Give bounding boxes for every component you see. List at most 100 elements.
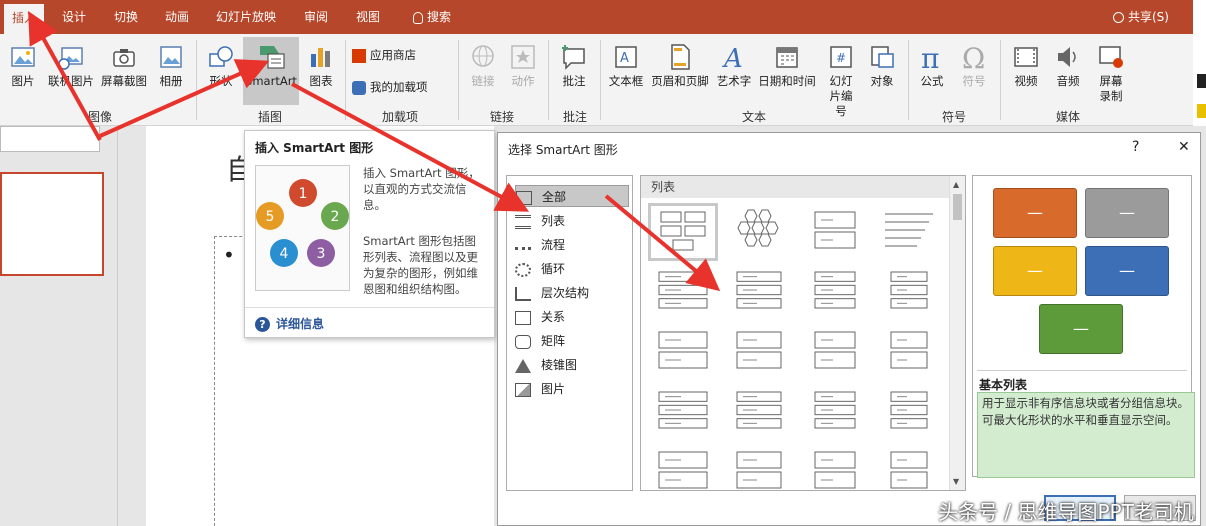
hierarchy-icon bbox=[515, 286, 531, 301]
action-button[interactable]: 动作 bbox=[506, 42, 540, 89]
cycle-icon bbox=[515, 262, 531, 277]
chart-button[interactable]: 图表 bbox=[304, 42, 338, 89]
layout-thumbnail[interactable] bbox=[803, 386, 867, 438]
slide-thumbnail-selected[interactable] bbox=[0, 172, 104, 276]
comment-button[interactable]: 批注 bbox=[556, 42, 592, 89]
dialog-title: 选择 SmartArt 图形 bbox=[508, 143, 618, 157]
tooltip-more-info-link[interactable]: ? 详细信息 bbox=[255, 315, 324, 332]
layout-thumbnail[interactable] bbox=[727, 446, 791, 498]
symbol-button[interactable]: Ω 符号 bbox=[956, 42, 992, 89]
pyramid-icon bbox=[515, 358, 531, 373]
layout-thumbnail[interactable] bbox=[648, 203, 718, 261]
list-icon bbox=[515, 214, 531, 229]
video-button[interactable]: 视频 bbox=[1008, 42, 1044, 89]
layout-thumbnail[interactable] bbox=[877, 206, 941, 258]
layout-thumbnail[interactable] bbox=[727, 386, 791, 438]
layout-thumbnail[interactable] bbox=[877, 386, 941, 438]
category-pyramid[interactable]: 棱锥图 bbox=[515, 354, 629, 376]
layout-thumbnail[interactable] bbox=[803, 206, 867, 258]
relationship-icon bbox=[515, 310, 531, 325]
star-action-icon bbox=[511, 45, 535, 69]
watermark: 头条号 / 思维导图PPT老司机 bbox=[938, 500, 1194, 524]
layout-thumbnail[interactable] bbox=[877, 446, 941, 498]
category-relationship[interactable]: 关系 bbox=[515, 306, 629, 328]
slide-thumbnail[interactable] bbox=[0, 126, 100, 152]
wordart-button[interactable]: A 艺术字 bbox=[714, 42, 754, 89]
slide-number-button[interactable]: # 幻灯片编号 bbox=[820, 42, 862, 119]
category-list-item[interactable]: 列表 bbox=[515, 210, 629, 232]
gallery-scrollbar[interactable]: ▲ ▼ bbox=[949, 176, 965, 490]
object-button[interactable]: 对象 bbox=[864, 42, 900, 89]
layout-thumbnail[interactable] bbox=[651, 326, 715, 378]
layout-thumbnail[interactable] bbox=[727, 326, 791, 378]
layout-thumbnail[interactable] bbox=[877, 326, 941, 378]
category-matrix[interactable]: 矩阵 bbox=[515, 330, 629, 352]
tab-design[interactable]: 设计 bbox=[54, 0, 94, 34]
process-icon bbox=[515, 241, 531, 250]
tab-slideshow[interactable]: 幻灯片放映 bbox=[210, 0, 282, 34]
textbox-button[interactable]: A 文本框 bbox=[606, 42, 646, 89]
group-label-links: 链接 bbox=[489, 110, 514, 124]
datetime-button[interactable]: 日期和时间 bbox=[756, 42, 818, 89]
online-picture-button[interactable]: 联机图片 bbox=[46, 42, 96, 89]
layout-thumbnail[interactable] bbox=[651, 266, 715, 318]
audio-button[interactable]: 音频 bbox=[1050, 42, 1086, 89]
online-picture-icon bbox=[58, 47, 83, 70]
group-label-illustrations: 插图 bbox=[257, 110, 282, 124]
header-footer-icon bbox=[671, 44, 690, 70]
layout-thumbnail[interactable] bbox=[651, 386, 715, 438]
store-button[interactable]: 应用商店 bbox=[352, 48, 448, 63]
help-button[interactable]: ? bbox=[1132, 139, 1139, 155]
share-button[interactable]: 共享(S) bbox=[1106, 0, 1176, 34]
close-button[interactable]: ✕ bbox=[1178, 139, 1190, 155]
gallery-section-header: 列表 bbox=[641, 176, 949, 198]
group-label-media: 媒体 bbox=[1055, 110, 1080, 124]
chart-icon bbox=[311, 48, 330, 67]
preview-shape: — bbox=[1039, 304, 1123, 354]
preview-layout-name: 基本列表 bbox=[979, 378, 1028, 392]
link-button[interactable]: 链接 bbox=[466, 42, 500, 89]
album-button[interactable]: 相册 bbox=[154, 42, 188, 89]
layout-thumbnail[interactable] bbox=[803, 446, 867, 498]
header-footer-button[interactable]: 页眉和页脚 bbox=[648, 42, 712, 89]
search-box[interactable]: 搜索 bbox=[402, 0, 462, 34]
layout-thumbnail[interactable] bbox=[803, 266, 867, 318]
shapes-button[interactable]: 形状 bbox=[204, 42, 238, 89]
tab-review[interactable]: 审阅 bbox=[296, 0, 336, 34]
calendar-icon bbox=[776, 47, 798, 68]
scroll-down-icon[interactable]: ▼ bbox=[953, 477, 959, 486]
category-hierarchy[interactable]: 层次结构 bbox=[515, 282, 629, 304]
slide-thumbnails-pane[interactable] bbox=[0, 126, 118, 526]
picture-button[interactable]: 图片 bbox=[6, 42, 40, 89]
smartart-dialog: 选择 SmartArt 图形 ? ✕ 全部 列表 流程 循环 层次结构 关系 矩… bbox=[497, 132, 1201, 526]
tab-insert[interactable]: 插入 bbox=[4, 4, 44, 34]
category-process[interactable]: 流程 bbox=[515, 234, 629, 256]
screenshot-button[interactable]: 屏幕截图 bbox=[98, 42, 150, 89]
equation-button[interactable]: π 公式 bbox=[914, 42, 950, 89]
category-all[interactable]: 全部 bbox=[515, 185, 629, 207]
layout-thumbnail[interactable] bbox=[727, 206, 791, 258]
tooltip-description-2: SmartArt 图形包括图形列表、流程图以及更为复杂的图形，例如维恩图和组织结… bbox=[363, 234, 478, 296]
slide-number-icon: # bbox=[830, 46, 852, 68]
tab-transitions[interactable]: 切换 bbox=[106, 0, 146, 34]
smartart-cycle-preview: 1 2 3 4 5 bbox=[255, 165, 350, 291]
tab-animations[interactable]: 动画 bbox=[157, 0, 197, 34]
textbox-icon: A bbox=[615, 46, 637, 68]
category-cycle[interactable]: 循环 bbox=[515, 258, 629, 280]
category-picture[interactable]: 图片 bbox=[515, 378, 629, 400]
layout-thumbnail[interactable] bbox=[877, 266, 941, 318]
layout-thumbnail[interactable] bbox=[803, 326, 867, 378]
layout-thumbnail[interactable] bbox=[727, 266, 791, 318]
addins-icon bbox=[352, 80, 366, 95]
camera-icon bbox=[113, 49, 135, 67]
tab-view[interactable]: 视图 bbox=[348, 0, 388, 34]
my-addins-button[interactable]: 我的加载项 bbox=[352, 80, 452, 95]
screen-recording-button[interactable]: 屏幕录制 bbox=[1092, 42, 1130, 104]
category-list: 全部 列表 流程 循环 层次结构 关系 矩阵 棱锥图 图片 bbox=[506, 175, 633, 491]
scrollbar-thumb[interactable] bbox=[953, 194, 962, 220]
scroll-up-icon[interactable]: ▲ bbox=[953, 180, 959, 189]
smartart-button[interactable]: SmartArt bbox=[243, 37, 299, 105]
ribbon-tab-bar: 插入 设计 切换 动画 幻灯片放映 审阅 视图 搜索 共享(S) bbox=[0, 0, 1193, 34]
layout-gallery: 列表 ▲ ▼ bbox=[640, 175, 966, 491]
layout-thumbnail[interactable] bbox=[651, 446, 715, 498]
